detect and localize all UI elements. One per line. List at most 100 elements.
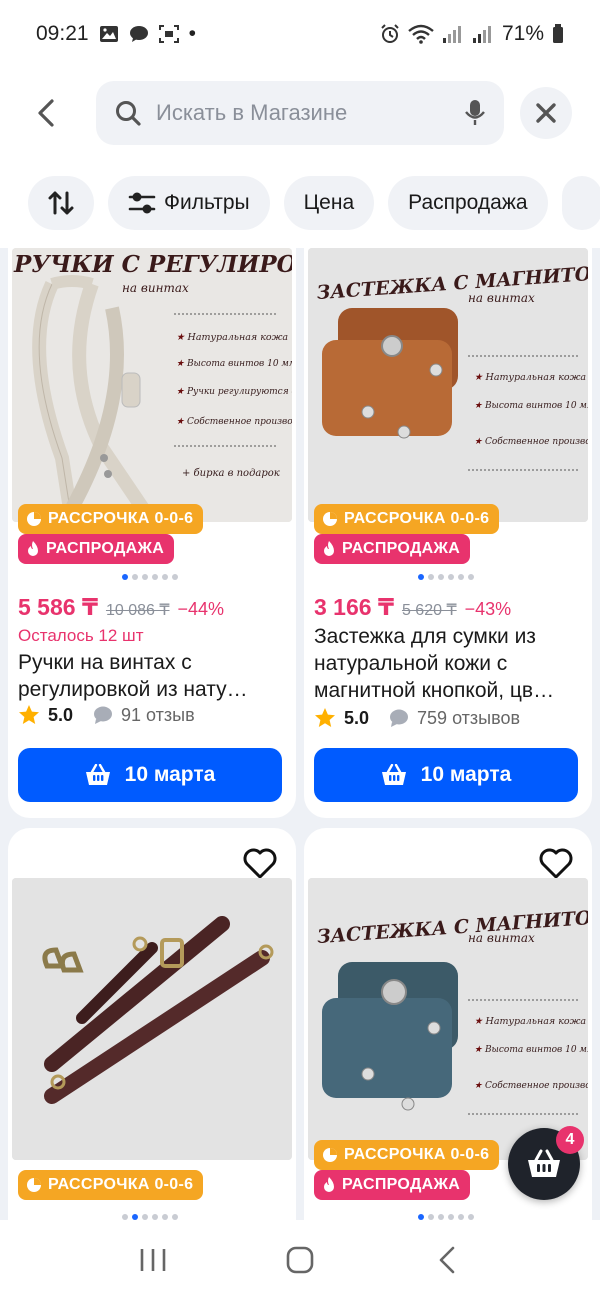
- pager-dot: [172, 574, 178, 580]
- sale-badge-label: РАСПРОДАЖА: [342, 1176, 461, 1193]
- sale-chip[interactable]: Распродажа: [388, 176, 548, 230]
- image-pager-dots: [418, 574, 474, 580]
- rating-value: 5.0: [344, 707, 370, 728]
- heart-icon: [539, 848, 573, 879]
- sale-badge: РАСПРОДАЖА: [314, 534, 471, 564]
- image-heading: РУЧКИ С РЕГУЛИРОВКОЙ: [13, 249, 292, 278]
- close-icon: [536, 103, 556, 123]
- comment-icon: [94, 706, 113, 724]
- sale-badge: РАСПРОДАЖА: [18, 534, 175, 564]
- filter-sliders-icon: [128, 192, 156, 214]
- product-card[interactable]: РАССРОЧКА 0-0-6: [8, 828, 296, 1220]
- sale-badge-label: РАСПРОДАЖА: [46, 540, 165, 557]
- delivery-button[interactable]: 10 марта: [18, 748, 282, 802]
- price-chip[interactable]: Цена: [283, 176, 375, 230]
- back-button[interactable]: [22, 83, 70, 143]
- image-pager-dots: [122, 574, 178, 580]
- product-image[interactable]: РУЧКИ С РЕГУЛИРОВКОЙ на винтах ★ Натурал…: [12, 248, 292, 522]
- image-bullet: Собственное производство: [485, 1080, 588, 1091]
- installment-badge: РАССРОЧКА 0-0-6: [18, 1170, 204, 1200]
- image-sub: на винтах: [468, 931, 535, 945]
- flame-icon: [324, 541, 334, 556]
- old-price: 5 620 ₸: [401, 602, 457, 619]
- product-title[interactable]: Ручки на винтах с регулировкой из нату…: [18, 649, 286, 703]
- pager-dot: [428, 574, 434, 580]
- price-row: 3 166 ₸ 5 620 ₸ −43%: [314, 594, 511, 621]
- pager-dot: [448, 574, 454, 580]
- old-price: 10 086 ₸: [105, 602, 170, 619]
- image-bullet: Ручки регулируются от 62 до 76 см: [186, 387, 292, 397]
- search-icon: [116, 101, 141, 126]
- price: 5 586 ₸: [18, 594, 98, 620]
- cart-button[interactable]: 4: [508, 1126, 584, 1200]
- svg-text:★ Натуральная кожа: ★ Натуральная кожа: [474, 1016, 586, 1027]
- status-bar: 09:21 • 71%: [0, 0, 600, 68]
- search-header: [0, 68, 600, 158]
- status-time: 09:21: [36, 22, 89, 45]
- pager-dot: [468, 574, 474, 580]
- product-title-line: натуральной кожи с: [314, 652, 508, 675]
- nav-back-button[interactable]: [417, 1230, 477, 1290]
- signal-icon: [442, 26, 461, 43]
- signal-icon-2: [472, 26, 491, 43]
- product-title[interactable]: Застежка для сумки из натуральной кожи с…: [314, 623, 582, 704]
- product-grid: РУЧКИ С РЕГУЛИРОВКОЙ на винтах ★ Натурал…: [0, 248, 600, 1220]
- sale-chip-label: Распродажа: [408, 191, 528, 214]
- pager-dot: [142, 574, 148, 580]
- price-chip-label: Цена: [303, 191, 355, 214]
- back-icon: [439, 1246, 454, 1273]
- delivery-date: 10 марта: [420, 763, 512, 786]
- rating-value: 5.0: [48, 704, 74, 725]
- close-button[interactable]: [520, 87, 572, 139]
- product-image[interactable]: ЗАСТЕЖКА С МАГНИТОМ на винтах ★ Натураль…: [308, 878, 588, 1160]
- home-button[interactable]: [270, 1230, 330, 1290]
- search-input[interactable]: [156, 100, 464, 126]
- pager-dot: [152, 574, 158, 580]
- delivery-button[interactable]: 10 марта: [314, 748, 578, 802]
- pager-dot: [162, 574, 168, 580]
- installment-icon: [27, 512, 41, 526]
- product-title-line: магнитной кнопкой, цв…: [314, 679, 555, 702]
- product-image[interactable]: ЗАСТЕЖКА С МАГНИТОМ на винтах ★ Натураль…: [308, 248, 588, 522]
- product-image-art: [12, 878, 292, 1160]
- product-card[interactable]: ЗАСТЕЖКА С МАГНИТОМ на винтах ★ Натураль…: [304, 248, 592, 818]
- pager-dot: [132, 574, 138, 580]
- filters-chip[interactable]: Фильтры: [108, 176, 270, 230]
- alarm-icon: [381, 24, 399, 43]
- image-bullet: Натуральная кожа: [485, 372, 587, 383]
- svg-text:★ Собственное производство: ★ Собственное производство: [176, 416, 292, 427]
- product-card[interactable]: РУЧКИ С РЕГУЛИРОВКОЙ на винтах ★ Натурал…: [8, 248, 296, 818]
- image-footer: + бирка в подарок: [182, 468, 280, 479]
- product-title-line: Ручки на винтах с: [18, 651, 192, 674]
- product-image-art: ЗАСТЕЖКА С МАГНИТОМ на винтах ★ Натураль…: [308, 248, 588, 522]
- installment-badge-label: РАССРОЧКА 0-0-6: [344, 1146, 490, 1163]
- product-image-art: РУЧКИ С РЕГУЛИРОВКОЙ на винтах ★ Натурал…: [12, 248, 292, 522]
- microphone-icon[interactable]: [464, 99, 486, 127]
- product-title-line: Застежка для сумки из: [314, 625, 536, 648]
- product-title-line: регулировкой из нату…: [18, 678, 248, 701]
- search-box[interactable]: [96, 81, 504, 145]
- image-bullet: Собственное производство: [187, 416, 292, 427]
- svg-text:★ Собственное производство: ★ Собственное производство: [474, 1080, 588, 1091]
- sort-button[interactable]: [28, 176, 94, 230]
- product-image[interactable]: [12, 878, 292, 1160]
- rating-row: 5.0 759 отзывов: [314, 707, 520, 729]
- image-bullet: Натуральная кожа: [187, 332, 289, 343]
- more-chip[interactable]: [561, 176, 600, 230]
- image-bullet: Высота винтов 10 мм: [484, 1045, 588, 1055]
- installment-badge-label: РАССРОЧКА 0-0-6: [344, 510, 490, 527]
- chevron-left-icon: [38, 99, 54, 127]
- rating-row: 5.0 91 отзыв: [18, 704, 195, 726]
- installment-badge-label: РАССРОЧКА 0-0-6: [48, 510, 194, 527]
- pager-dot: [418, 574, 424, 580]
- svg-text:★ Натуральная кожа: ★ Натуральная кожа: [474, 372, 586, 383]
- delivery-date: 10 марта: [124, 763, 216, 786]
- chat-icon: [129, 26, 148, 42]
- recent-apps-button[interactable]: [123, 1230, 183, 1290]
- installment-badge-label: РАССРОЧКА 0-0-6: [48, 1176, 194, 1193]
- image-sub: на винтах: [468, 291, 535, 305]
- discount: −43%: [464, 599, 512, 619]
- image-bullet: Высота винтов 10 мм: [186, 359, 292, 369]
- heart-icon: [243, 848, 277, 879]
- sale-badge-label: РАСПРОДАЖА: [342, 540, 461, 557]
